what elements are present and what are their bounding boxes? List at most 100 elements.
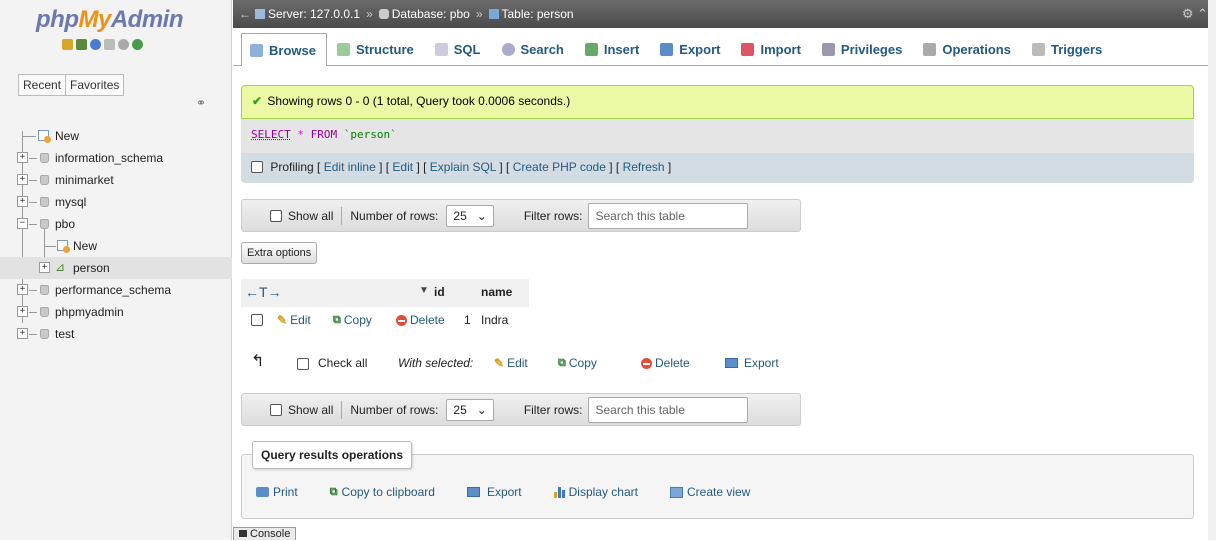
refresh-link[interactable]: Refresh xyxy=(623,160,665,174)
reload-icon[interactable] xyxy=(132,39,143,50)
tree-item-pbo[interactable]: − pbo xyxy=(0,213,232,235)
success-message: ✔ Showing rows 0 - 0 (1 total, Query too… xyxy=(241,85,1194,119)
sort-icon[interactable]: ▼ xyxy=(419,285,429,296)
exit-icon[interactable] xyxy=(76,39,87,50)
row-copy-link[interactable]: ⧉ Copy xyxy=(333,313,372,327)
tab-recent[interactable]: Recent xyxy=(18,74,67,96)
docs-icon[interactable] xyxy=(104,39,115,50)
tree-item-person[interactable]: + ⊿ person xyxy=(0,257,232,279)
row-edit-link[interactable]: ✎ Edit xyxy=(277,313,311,327)
scrollbar[interactable] xyxy=(1208,0,1216,540)
tree-item-mysql[interactable]: + mysql xyxy=(0,191,232,213)
query-results-operations: Query results operations Print ⧉ Copy to … xyxy=(241,441,1194,519)
database-icon xyxy=(40,197,49,207)
create-view-link[interactable]: Create view xyxy=(669,485,750,499)
bulk-copy-link[interactable]: ⧉ Copy xyxy=(558,356,597,370)
table-header: ←T→ ▼ id name xyxy=(241,279,529,307)
row-delete-link[interactable]: Delete xyxy=(396,313,445,327)
settings-icon[interactable] xyxy=(118,39,129,50)
tree-item-pbo-new[interactable]: New xyxy=(0,229,232,257)
copy-to-clipboard-link[interactable]: ⧉ Copy to clipboard xyxy=(330,485,435,499)
copy-icon: ⧉ xyxy=(333,313,341,326)
bulk-delete-link[interactable]: Delete xyxy=(641,356,690,370)
help-icon[interactable] xyxy=(90,39,101,50)
print-link[interactable]: Print xyxy=(256,485,298,499)
bulk-export-link[interactable]: Export xyxy=(725,356,779,370)
expand-icon[interactable]: + xyxy=(17,196,28,207)
profiling-bar: Profiling [ Edit inline ] [ Edit ] [ Exp… xyxy=(241,153,1194,183)
cell-id[interactable]: 1 xyxy=(464,313,471,327)
export-icon xyxy=(660,42,674,56)
expand-icon[interactable]: + xyxy=(17,284,28,295)
show-all-checkbox[interactable] xyxy=(270,209,282,222)
edit-link[interactable]: Edit xyxy=(392,160,413,174)
tab-structure[interactable]: Structure xyxy=(328,32,425,65)
export-link[interactable]: Export xyxy=(466,485,522,499)
settings-gear-icon[interactable]: ⚙ ⌃ xyxy=(1182,0,1208,28)
link-with-main-panel-icon[interactable]: ⚭ xyxy=(196,96,206,110)
breadcrumb-table[interactable]: Table: person xyxy=(488,0,574,28)
expand-icon[interactable]: + xyxy=(17,174,28,185)
nav-tabs: Recent Favorites xyxy=(18,74,125,96)
database-icon xyxy=(40,285,49,295)
filter-rows-input[interactable]: Search this table xyxy=(588,396,749,423)
database-icon xyxy=(40,175,49,185)
rows-per-page-select[interactable]: 25 ⌄ xyxy=(446,204,494,227)
expand-icon[interactable]: + xyxy=(17,306,28,317)
pencil-icon: ✎ xyxy=(277,313,288,327)
tab-operations[interactable]: Operations xyxy=(914,32,1022,65)
explain-sql-link[interactable]: Explain SQL xyxy=(430,160,496,174)
tree-item-performance-schema[interactable]: + performance_schema xyxy=(0,279,232,301)
tree-item-information-schema[interactable]: + information_schema xyxy=(0,147,232,169)
tab-triggers[interactable]: Triggers xyxy=(1023,32,1113,65)
rows-per-page-select[interactable]: 25 ⌄ xyxy=(446,398,494,421)
view-icon xyxy=(669,486,683,498)
home-icon[interactable] xyxy=(62,39,73,50)
query-results-operations-title: Query results operations xyxy=(252,441,413,469)
check-all-label[interactable]: Check all xyxy=(318,356,367,370)
query-results-operations-items: Print ⧉ Copy to clipboard Export Display … xyxy=(256,485,750,499)
show-all-checkbox[interactable] xyxy=(270,403,282,416)
sql-query-box[interactable]: SELECT * FROM `person` xyxy=(241,119,1194,153)
expand-icon[interactable]: + xyxy=(17,328,28,339)
collapse-icon[interactable]: − xyxy=(17,218,28,229)
profiling-checkbox[interactable] xyxy=(251,161,263,173)
table-navigation-bottom: Show all Number of rows: 25 ⌄ Filter rows… xyxy=(241,393,801,426)
expand-icon[interactable]: + xyxy=(17,152,28,163)
breadcrumb-database[interactable]: Database: pbo xyxy=(378,0,470,28)
delete-icon xyxy=(396,314,407,326)
tab-sql[interactable]: SQL xyxy=(426,32,492,65)
breadcrumb-server[interactable]: Server: 127.0.0.1 xyxy=(255,0,360,28)
tab-privileges[interactable]: Privileges xyxy=(813,32,913,65)
row-checkbox[interactable] xyxy=(251,314,263,326)
display-chart-link[interactable]: Display chart xyxy=(553,485,638,499)
tab-search[interactable]: Search xyxy=(493,32,575,65)
export-icon xyxy=(466,487,480,497)
tab-insert[interactable]: Insert xyxy=(576,32,650,65)
tree-item-phpmyadmin[interactable]: + phpmyadmin xyxy=(0,301,232,323)
console-toggle[interactable]: Console xyxy=(233,527,297,540)
tab-browse[interactable]: Browse xyxy=(241,33,327,66)
create-php-code-link[interactable]: Create PHP code xyxy=(513,160,606,174)
filter-rows-input[interactable]: Search this table xyxy=(588,202,749,229)
column-header-id[interactable]: id xyxy=(434,285,445,299)
back-arrow-icon[interactable]: ← xyxy=(239,0,251,28)
expand-icon[interactable]: + xyxy=(39,262,50,273)
edit-inline-link[interactable]: Edit inline xyxy=(324,160,376,174)
printer-icon xyxy=(256,487,269,497)
extra-options-button[interactable]: Extra options xyxy=(241,242,318,264)
tab-export[interactable]: Export xyxy=(651,32,731,65)
bulk-edit-link[interactable]: ✎ Edit xyxy=(494,356,528,370)
column-header-name[interactable]: name xyxy=(481,285,512,299)
tab-import[interactable]: Import xyxy=(732,32,811,65)
database-icon xyxy=(40,219,49,229)
tree-item-minimarket[interactable]: + minimarket xyxy=(0,169,232,191)
tree-item-new[interactable]: New xyxy=(0,125,232,147)
check-all-checkbox[interactable] xyxy=(297,358,309,370)
tab-favorites[interactable]: Favorites xyxy=(65,74,125,96)
column-arrows[interactable]: ←T→ xyxy=(245,284,282,300)
tree-item-test[interactable]: + test xyxy=(0,323,232,345)
import-icon xyxy=(741,42,755,56)
phpmyadmin-logo[interactable]: phpMyAdmin xyxy=(36,6,184,34)
cell-name[interactable]: Indra xyxy=(481,313,508,327)
